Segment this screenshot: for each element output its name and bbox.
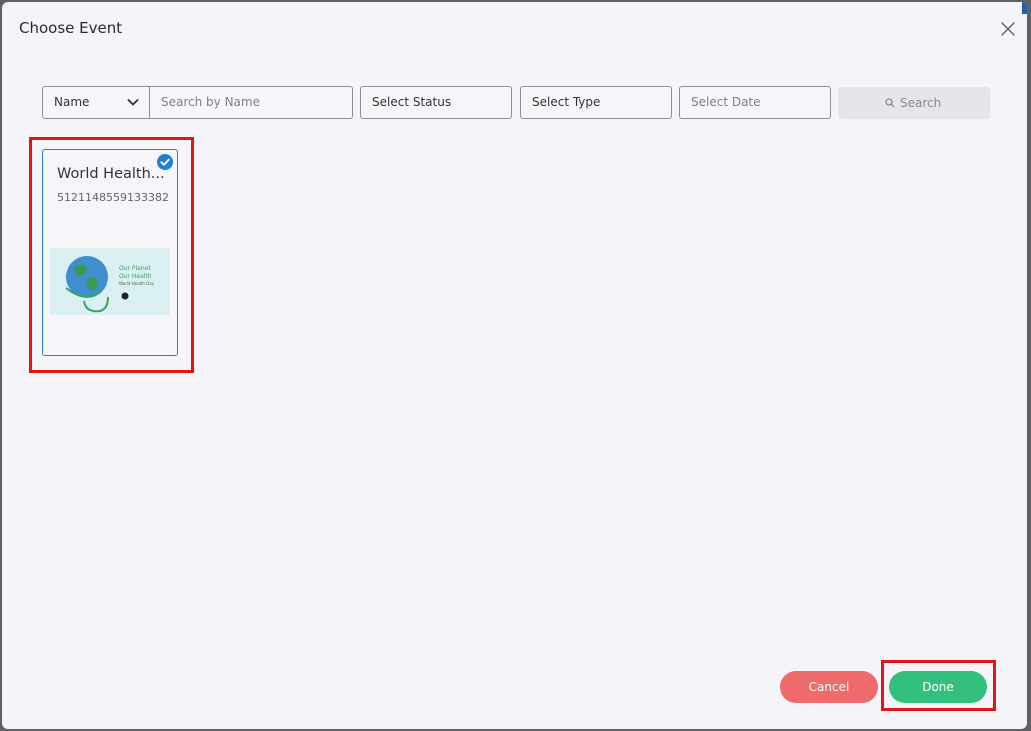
search-field-select[interactable]: Name [42,86,150,119]
done-button[interactable]: Done [889,671,987,703]
search-button[interactable]: Search [838,87,990,119]
dialog-title: Choose Event [19,19,123,37]
event-card-id: 5121148559133382 [57,191,169,204]
choose-event-dialog: Choose Event Name Search by Name Select … [2,2,1027,729]
date-picker-placeholder: Select Date [691,95,761,109]
event-card[interactable]: World Health... 5121148559133382 Our Pla… [42,149,178,356]
type-select[interactable]: Select Type [520,86,672,119]
cancel-button[interactable]: Cancel [780,671,878,703]
close-icon[interactable] [999,20,1017,38]
window-corner-accent [1022,2,1027,14]
search-button-label: Search [900,96,942,110]
image-caption-2: Our Health [119,273,152,280]
event-card-image: Our Planet Our Health World Health Day [50,248,170,315]
image-caption-1: Our Planet [119,265,151,272]
status-select-label: Select Status [372,95,452,109]
image-caption-3: World Health Day [119,281,155,286]
search-field-select-value: Name [54,95,90,109]
selected-check-icon [157,154,173,170]
search-icon [885,98,895,108]
type-select-label: Select Type [532,95,601,109]
chevron-down-icon [127,98,139,106]
search-by-name-input[interactable]: Search by Name [149,86,353,119]
event-card-title: World Health... [57,166,165,182]
status-select[interactable]: Select Status [360,86,512,119]
date-picker[interactable]: Select Date [679,86,831,119]
search-by-name-placeholder: Search by Name [161,95,260,109]
